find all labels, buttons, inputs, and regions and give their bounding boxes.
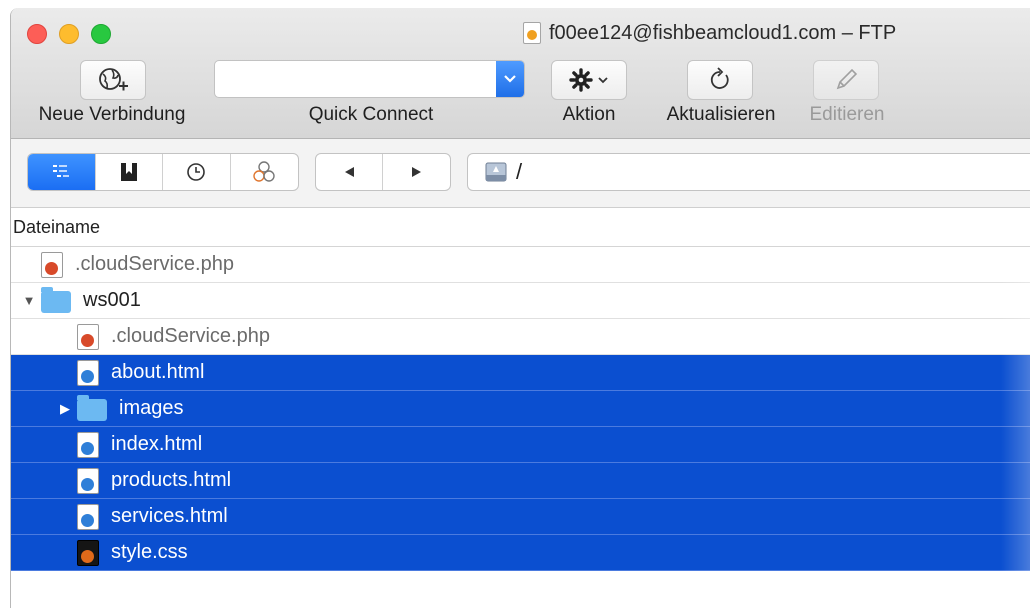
html-file-icon [77,503,99,530]
expand-triangle-icon[interactable]: ▶ [57,401,73,417]
edit-button[interactable] [813,60,879,100]
current-path: / [516,159,523,184]
html-file-icon [77,359,99,386]
refresh-label: Aktualisieren [666,104,776,125]
history-button[interactable] [163,154,231,190]
filename-column-header[interactable]: Dateiname [11,217,100,238]
ftp-document-icon [523,22,541,44]
close-window-button[interactable] [27,24,47,44]
bonjour-icon [253,161,275,182]
pencil-icon [836,68,858,90]
history-navigation-control [315,153,451,191]
file-row[interactable]: .cloudService.php [11,247,1030,283]
new-connection-label: Neue Verbindung [38,104,186,125]
bookmarks-button[interactable] [96,154,163,190]
toolbar: f00ee124@fishbeamcloud1.com – FTP Neue V… [11,8,1030,139]
quick-connect-input[interactable] [219,65,491,95]
quick-connect-combobox[interactable] [214,60,525,98]
file-row[interactable]: .cloudService.php [11,319,1030,355]
back-button[interactable] [316,154,383,190]
file-row[interactable]: services.html [11,499,1030,535]
bonjour-button[interactable] [231,154,299,190]
collapse-triangle-icon[interactable]: ▼ [21,293,37,308]
action-button[interactable] [551,60,627,100]
globe-plus-icon [99,68,128,91]
server-icon [485,162,507,182]
gear-icon [569,68,593,92]
file-name: .cloudService.php [111,325,270,347]
file-name: images [119,397,184,419]
html-file-icon [77,467,99,494]
quick-connect-dropdown-button[interactable] [496,61,524,97]
bookmarks-icon [120,163,137,181]
file-row[interactable]: index.html [11,427,1030,463]
new-connection-button[interactable] [80,60,146,100]
file-row[interactable]: style.css [11,535,1030,571]
file-name: style.css [111,541,188,563]
refresh-button[interactable] [687,60,753,100]
chevron-down-icon [598,77,608,84]
file-name: about.html [111,361,205,383]
file-name: .cloudService.php [75,253,234,275]
file-name: services.html [111,505,228,527]
file-row[interactable]: about.html [11,355,1030,391]
zoom-window-button[interactable] [91,24,111,44]
forward-arrow-icon [411,167,421,177]
css-file-icon [77,539,99,566]
file-list: .cloudService.php ▼ ws001 .cloudService.php… [11,247,1030,571]
list-view-button[interactable] [28,154,96,190]
refresh-icon [710,67,729,89]
html-file-icon [77,431,99,458]
chevron-down-icon [504,75,516,83]
history-icon [187,163,206,181]
folder-row[interactable]: ▼ ws001 [11,283,1030,319]
php-file-icon [41,251,63,278]
back-arrow-icon [345,167,354,177]
edit-label: Editieren [809,104,885,125]
list-view-icon [53,165,70,177]
file-name: index.html [111,433,203,455]
window-title: f00ee124@fishbeamcloud1.com – FTP [523,18,896,48]
forward-button[interactable] [383,154,450,190]
folder-icon [41,287,71,313]
path-bar[interactable]: / [467,153,1030,191]
file-name: ws001 [83,289,141,311]
column-header[interactable]: Dateiname [11,208,1030,247]
folder-row[interactable]: ▶ images [11,391,1030,427]
window-title-text: f00ee124@fishbeamcloud1.com – FTP [549,21,897,44]
action-label: Aktion [562,104,616,125]
file-row[interactable]: products.html [11,463,1030,499]
php-file-icon [77,323,99,350]
view-mode-segmented-control [27,153,299,191]
quick-connect-label: Quick Connect [308,104,434,125]
folder-icon [77,395,107,421]
file-name: products.html [111,469,232,491]
minimize-window-button[interactable] [59,24,79,44]
ftp-window: f00ee124@fishbeamcloud1.com – FTP Neue V… [10,8,1030,608]
navigation-bar: / [11,139,1030,208]
